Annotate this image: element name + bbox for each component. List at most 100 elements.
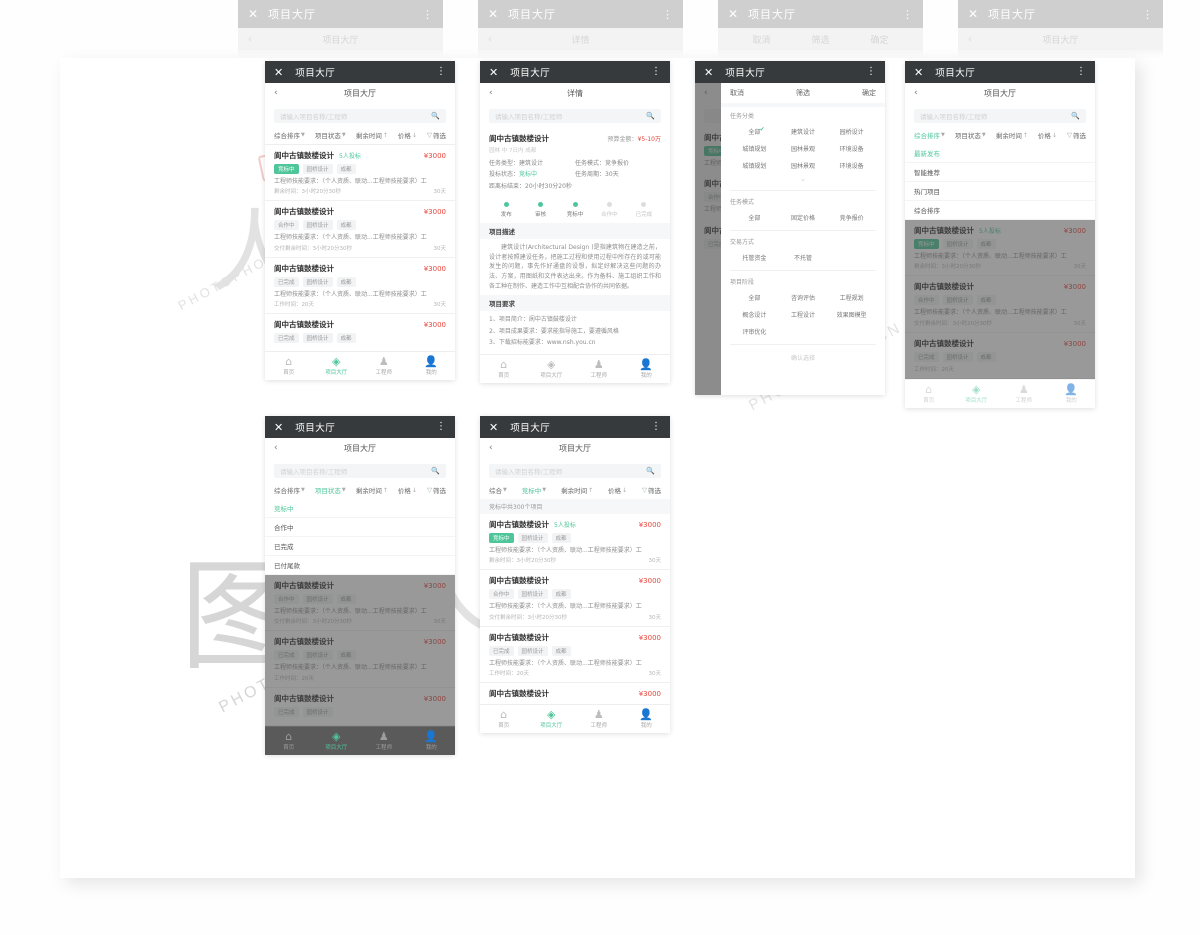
list-item[interactable]: 阆中古镇鼓楼设计 ¥3000 合作中 园桥设计 成都 工程师技能要求：（个人资质… <box>265 201 455 258</box>
dropdown-item[interactable]: 竞标中 <box>265 499 455 518</box>
chevron-left-icon[interactable]: ‹ <box>914 88 918 98</box>
filter-option[interactable]: 城镇规划 <box>730 157 779 174</box>
tab-project-hall[interactable]: ◈ 项目大厅 <box>528 708 576 729</box>
search-input[interactable]: 请输入项目名称/工程师 🔍 <box>489 109 661 123</box>
search-icon[interactable]: 🔍 <box>431 112 440 120</box>
chevron-left-icon[interactable]: ‹ <box>274 88 278 98</box>
close-icon[interactable]: ✕ <box>704 67 713 78</box>
more-vertical-icon[interactable]: ⋮ <box>436 67 446 77</box>
filter-cancel-button[interactable]: 取消 <box>730 88 744 98</box>
filter-more[interactable]: ▽ 筛选 <box>427 130 446 140</box>
tab-mine[interactable]: 👤 我的 <box>623 358 671 379</box>
list-item[interactable]: 阆中古镇鼓楼设计 ¥3000 <box>480 683 670 704</box>
filter-price[interactable]: 价格 ↓ <box>398 130 417 141</box>
filter-option[interactable]: 咨询评估 <box>779 289 828 306</box>
filter-option[interactable]: 评审优化 <box>730 323 779 340</box>
tab-mine[interactable]: 👤 我的 <box>623 708 671 729</box>
filter-option[interactable]: 全部 <box>730 289 779 306</box>
filter-status[interactable]: 项目状态 ▼ <box>955 130 986 140</box>
filter-time[interactable]: 剩余时间 ↑ <box>356 130 388 141</box>
filter-price[interactable]: 价格 ↓ <box>1038 130 1057 141</box>
filter-status[interactable]: 项目状态 ▼ <box>315 485 346 495</box>
list-item[interactable]: 阆中古镇鼓楼设计 ¥3000 已完成 园桥设计 成都 <box>265 314 455 351</box>
filter-option[interactable]: 全部 <box>730 209 779 226</box>
list-item[interactable]: 阆中古镇鼓楼设计 ¥3000 合作中园桥设计成都 工程师技能要求：（个人资质、联动… <box>480 570 670 627</box>
close-icon[interactable]: ✕ <box>914 67 923 78</box>
dropdown-scrim[interactable] <box>905 220 1095 379</box>
filter-status[interactable]: 项目状态 ▼ <box>315 130 346 140</box>
filter-option[interactable]: 园林景观 <box>779 157 828 174</box>
search-icon[interactable]: 🔍 <box>646 467 655 475</box>
tab-engineer[interactable]: ♟ 工程师 <box>575 358 623 379</box>
filter-option[interactable]: 托管资金 <box>730 249 779 266</box>
dropdown-item[interactable]: 热门项目 <box>905 182 1095 201</box>
tab-home[interactable]: ⌂ 首页 <box>265 355 313 376</box>
search-input[interactable]: 请输入项目名称/工程师 🔍 <box>274 109 446 123</box>
tab-engineer[interactable]: ♟ 工程师 <box>575 708 623 729</box>
filter-sort[interactable]: 综合排序 ▼ <box>274 485 305 495</box>
filter-option[interactable]: 全部 ✔ <box>730 123 779 140</box>
filter-option[interactable]: 概念设计 <box>730 306 779 323</box>
list-item[interactable]: 阆中古镇鼓楼设计 5人投标 ¥3000 竞标中园桥设计成都 工程师技能要求：（个人资… <box>480 514 670 571</box>
tab-home[interactable]: ⌂ 首页 <box>265 730 313 751</box>
dropdown-item[interactable]: 已完成 <box>265 537 455 556</box>
close-icon[interactable]: ✕ <box>274 422 283 433</box>
more-vertical-icon[interactable]: ⋮ <box>651 422 661 432</box>
chevron-left-icon[interactable]: ‹ <box>489 88 493 98</box>
filter-sort[interactable]: 综合 ▼ <box>489 485 507 495</box>
list-item[interactable]: 阆中古镇鼓楼设计 ¥3000 已完成园桥设计成都 工程师技能要求：（个人资质、联动… <box>480 627 670 683</box>
list-item[interactable]: 阆中古镇鼓楼设计 ¥3000 已完成 园桥设计 成都 工程师技能要求：（个人资质… <box>265 258 455 314</box>
filter-sort[interactable]: 综合排序 ▼ <box>274 130 305 140</box>
dropdown-item[interactable]: 合作中 <box>265 518 455 537</box>
filter-option[interactable]: 固定价格 <box>779 209 828 226</box>
more-vertical-icon[interactable]: ⋮ <box>436 422 446 432</box>
search-icon[interactable]: 🔍 <box>1071 112 1080 120</box>
tab-engineer[interactable]: ♟ 工程师 <box>1000 383 1048 404</box>
tab-engineer[interactable]: ♟ 工程师 <box>360 730 408 751</box>
tab-project-hall[interactable]: ◈ 项目大厅 <box>953 383 1001 404</box>
filter-option[interactable]: 城镇规划 <box>730 140 779 157</box>
dropdown-item[interactable]: 智能推荐 <box>905 163 1095 182</box>
search-icon[interactable]: 🔍 <box>431 467 440 475</box>
tab-project-hall[interactable]: ◈ 项目大厅 <box>313 355 361 376</box>
tab-engineer[interactable]: ♟ 工程师 <box>360 355 408 376</box>
filter-time[interactable]: 剩余时间 ↑ <box>561 485 593 496</box>
filter-option[interactable]: 工程设计 <box>779 306 828 323</box>
chevron-left-icon[interactable]: ‹ <box>274 443 278 453</box>
filter-confirm-button[interactable]: 确定 <box>862 88 876 98</box>
dropdown-scrim[interactable] <box>265 575 455 726</box>
search-input[interactable]: 请输入项目名称/工程师 🔍 <box>489 464 661 478</box>
filter-more[interactable]: ▽ 筛选 <box>1067 130 1086 140</box>
dropdown-item[interactable]: 已付尾款 <box>265 556 455 575</box>
tab-home[interactable]: ⌂ 首页 <box>905 383 953 404</box>
filter-option[interactable]: 竞争报价 <box>827 209 876 226</box>
close-icon[interactable]: ✕ <box>489 422 498 433</box>
dropdown-item[interactable]: 综合排序 <box>905 201 1095 220</box>
filter-status[interactable]: 竞标中 ▼ <box>522 485 546 495</box>
tab-project-hall[interactable]: ◈ 项目大厅 <box>313 730 361 751</box>
close-icon[interactable]: ✕ <box>274 67 283 78</box>
filter-time[interactable]: 剩余时间 ↑ <box>356 485 388 496</box>
filter-time[interactable]: 剩余时间 ↑ <box>996 130 1028 141</box>
filter-option[interactable]: 环境设备 <box>827 140 876 157</box>
tab-mine[interactable]: 👤 我的 <box>408 730 456 751</box>
search-input[interactable]: 请输入项目名称/工程师 🔍 <box>914 109 1086 123</box>
filter-price[interactable]: 价格 ↓ <box>398 485 417 496</box>
tab-project-hall[interactable]: ◈ 项目大厅 <box>528 358 576 379</box>
tab-home[interactable]: ⌂ 首页 <box>480 358 528 379</box>
close-icon[interactable]: ✕ <box>489 67 498 78</box>
filter-footer-button[interactable]: 确认选择 <box>721 347 885 368</box>
filter-option[interactable]: 不托管 <box>779 249 828 266</box>
list-item[interactable]: 阆中古镇鼓楼设计 5人投标 ¥3000 竞标中 园桥设计 成都 工程师技能要求：… <box>265 145 455 202</box>
filter-option[interactable]: 工程规划 <box>827 289 876 306</box>
filter-option[interactable]: 环境设备 <box>827 157 876 174</box>
tab-mine[interactable]: 👤 我的 <box>408 355 456 376</box>
filter-option[interactable]: 效果图模型 <box>827 306 876 323</box>
tab-mine[interactable]: 👤 我的 <box>1048 383 1096 404</box>
chevron-down-icon[interactable]: ⌄ <box>730 174 876 186</box>
search-icon[interactable]: 🔍 <box>646 112 655 120</box>
search-input[interactable]: 请输入项目名称/工程师 🔍 <box>274 464 446 478</box>
filter-option[interactable]: 建筑设计 <box>779 123 828 140</box>
filter-option[interactable]: 园林景观 <box>779 140 828 157</box>
filter-price[interactable]: 价格 ↓ <box>608 485 627 496</box>
